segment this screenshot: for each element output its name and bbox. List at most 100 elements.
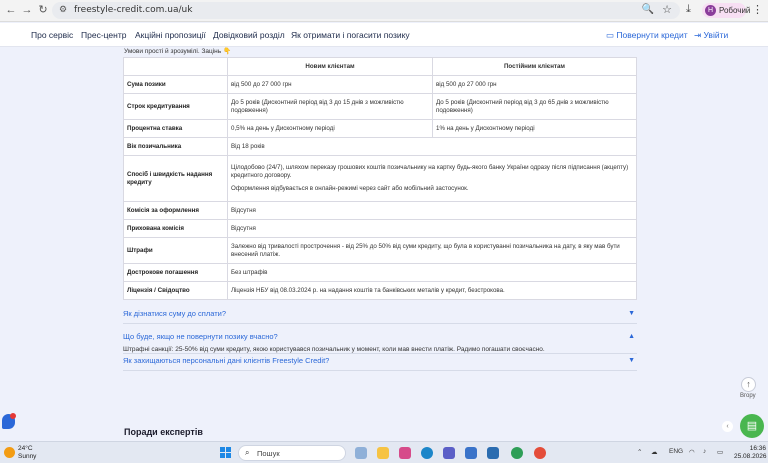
table-row: Комісія за оформлення Відсутня bbox=[123, 201, 637, 220]
return-credit-link[interactable]: ▭ Повернути кредит bbox=[606, 30, 688, 41]
url-text[interactable]: freestyle-credit.com.ua/uk bbox=[74, 5, 192, 15]
cell-text: Оформлення відбувається в онлайн-режимі … bbox=[231, 185, 469, 193]
cell-value: Без штрафів bbox=[227, 263, 637, 282]
site-info-icon[interactable]: ⚙ bbox=[59, 4, 67, 15]
cell-value: Залежно від тривалості прострочення - ві… bbox=[227, 237, 637, 264]
faq-item-2[interactable]: Що буде, якщо не повернути позику вчасно… bbox=[123, 332, 637, 341]
app-icon[interactable] bbox=[465, 447, 477, 459]
conditions-table: Новим клієнтам Постійним клієнтам Сума п… bbox=[123, 57, 637, 300]
scroll-up-label[interactable]: Вгору bbox=[740, 393, 756, 399]
faq-item-3[interactable]: Як захищаються персональні дані клієнтів… bbox=[123, 353, 637, 371]
battery-icon[interactable]: ▭ bbox=[717, 448, 723, 456]
taskbar-search[interactable]: ⌕ Пошук bbox=[238, 445, 346, 461]
chat-button[interactable]: ▤ bbox=[740, 414, 764, 438]
table-header-regular: Постійним клієнтам bbox=[432, 57, 637, 76]
chevron-down-icon[interactable]: ▼ bbox=[628, 357, 635, 364]
menu-kebab-icon[interactable]: ⋮ bbox=[752, 3, 763, 16]
scroll-up-button[interactable]: ↑ bbox=[741, 377, 756, 392]
section-title-tips: Поради експертів bbox=[124, 427, 203, 437]
row-label: Штрафи bbox=[123, 237, 228, 264]
clock-date: 25.08.2026 bbox=[734, 452, 767, 460]
weather-temp: 24°C bbox=[18, 445, 33, 452]
table-header-new: Новим клієнтам bbox=[227, 57, 433, 76]
chevron-down-icon[interactable]: ▼ bbox=[628, 310, 635, 317]
table-row: Ліцензія / Свідоцтво Ліцензія НБУ від 08… bbox=[123, 281, 637, 300]
table-header-row: Новим клієнтам Постійним клієнтам bbox=[123, 57, 637, 76]
table-row: Спосіб і швидкість надання кредиту Цілод… bbox=[123, 155, 637, 202]
row-label: Комісія за оформлення bbox=[123, 201, 228, 220]
cell-regular: До 5 років (Дисконтний період від 3 до 6… bbox=[432, 93, 637, 120]
row-label: Процентна ставка bbox=[123, 119, 228, 138]
faq-question[interactable]: Як захищаються персональні дані клієнтів… bbox=[123, 356, 329, 365]
cell-new: від 500 до 27 000 грн bbox=[227, 75, 433, 94]
app-icon[interactable] bbox=[399, 447, 411, 459]
table-row: Сума позики від 500 до 27 000 грн від 50… bbox=[123, 75, 637, 94]
faq-answer: Штрафні санкції: 25-50% від суми кредиту… bbox=[123, 346, 545, 353]
row-label: Сума позики bbox=[123, 75, 228, 94]
divider bbox=[123, 370, 637, 371]
nav-item-press[interactable]: Прес-центр bbox=[81, 30, 126, 40]
table-header-empty bbox=[123, 57, 228, 76]
faq-question[interactable]: Що буде, якщо не повернути позику вчасно… bbox=[123, 332, 278, 341]
outlook-icon[interactable] bbox=[487, 447, 499, 459]
notification-dot bbox=[10, 413, 16, 419]
profile-button[interactable]: Н Робочий bbox=[702, 3, 750, 18]
cloud-icon[interactable]: ☁ bbox=[651, 448, 658, 456]
nav-item-promos[interactable]: Акційні пропозиції bbox=[135, 30, 206, 40]
cell-regular: від 500 до 27 000 грн bbox=[432, 75, 637, 94]
row-label: Строк кредитування bbox=[123, 93, 228, 120]
weather-widget[interactable]: 24°C Sunny bbox=[18, 445, 36, 460]
weather-desc: Sunny bbox=[18, 452, 37, 460]
file-explorer-icon[interactable] bbox=[377, 447, 389, 459]
table-row: Прихована комісія Відсутня bbox=[123, 219, 637, 238]
search-icon: ⌕ bbox=[245, 448, 250, 457]
avatar: Н bbox=[705, 5, 716, 16]
nav-item-help[interactable]: Довідковий розділ bbox=[213, 30, 285, 40]
intro-text: Умови прості й зрозумілі. Зацінь 👇 bbox=[124, 48, 232, 55]
volume-icon[interactable]: ♪ bbox=[703, 448, 706, 455]
nav-item-about[interactable]: Про сервіс bbox=[31, 30, 73, 40]
row-label: Дострокове погашення bbox=[123, 263, 228, 282]
chevron-up-icon[interactable]: ▲ bbox=[628, 333, 635, 340]
faq-question[interactable]: Як дізнатися суму до сплати? bbox=[123, 309, 226, 318]
chevron-left-icon[interactable]: ‹ bbox=[722, 421, 733, 432]
cell-text: Цілодобово (24/7), шляхом переказу грошо… bbox=[231, 164, 629, 179]
app-icon[interactable] bbox=[511, 447, 523, 459]
back-icon[interactable]: ← bbox=[4, 3, 18, 17]
sun-icon[interactable] bbox=[4, 447, 15, 458]
cell-value: Ліцензія НБУ від 08.03.2024 р. на наданн… bbox=[227, 281, 637, 300]
cell-regular: 1% на день у Дисконтному періоді bbox=[432, 119, 637, 138]
table-row: Процентна ставка 0,5% на день у Дисконтн… bbox=[123, 119, 637, 138]
tray-chevron-icon[interactable]: ⌃ bbox=[637, 448, 642, 456]
windows-start-icon[interactable] bbox=[220, 447, 231, 458]
row-label: Прихована комісія bbox=[123, 219, 228, 238]
cell-new: До 5 років (Дисконтний період від 3 до 1… bbox=[227, 93, 433, 120]
clock[interactable]: 16:36 25.08.2026 bbox=[734, 445, 767, 460]
cell-value: Відсутня bbox=[227, 201, 637, 220]
forward-icon[interactable]: → bbox=[20, 3, 34, 17]
chrome-icon[interactable] bbox=[534, 447, 546, 459]
faq-item-1[interactable]: Як дізнатися суму до сплати? ▼ bbox=[123, 309, 637, 324]
site-header: Про сервіс Прес-центр Акційні пропозиції… bbox=[0, 23, 768, 47]
cell-value: Цілодобово (24/7), шляхом переказу грошо… bbox=[227, 155, 637, 202]
wifi-icon[interactable]: ◠ bbox=[689, 448, 695, 456]
teams-icon[interactable] bbox=[443, 447, 455, 459]
address-bar[interactable]: ⚙ freestyle-credit.com.ua/uk 🔍 ☆ bbox=[52, 2, 680, 19]
clock-time: 16:36 bbox=[749, 445, 766, 452]
task-view-icon[interactable] bbox=[355, 447, 367, 459]
language-indicator[interactable]: ENG bbox=[669, 448, 683, 455]
profile-name: Робочий bbox=[719, 6, 751, 15]
cell-value: Від 18 років bbox=[227, 137, 637, 156]
download-icon[interactable]: ⤓ bbox=[686, 3, 691, 16]
zoom-icon[interactable]: 🔍 bbox=[642, 4, 654, 15]
bookmark-star-icon[interactable]: ☆ bbox=[662, 3, 672, 16]
nav-item-how-to[interactable]: Як отримати і погасити позику bbox=[291, 30, 410, 40]
divider bbox=[123, 353, 637, 354]
notification-badge-icon[interactable] bbox=[2, 413, 16, 429]
edge-icon[interactable] bbox=[421, 447, 433, 459]
reload-icon[interactable]: ↻ bbox=[36, 3, 50, 17]
chat-icon: ▤ bbox=[746, 420, 758, 432]
login-link[interactable]: ⇥ Увійти bbox=[694, 30, 728, 41]
login-icon: ⇥ bbox=[694, 30, 702, 40]
row-label: Вік позичальника bbox=[123, 137, 228, 156]
